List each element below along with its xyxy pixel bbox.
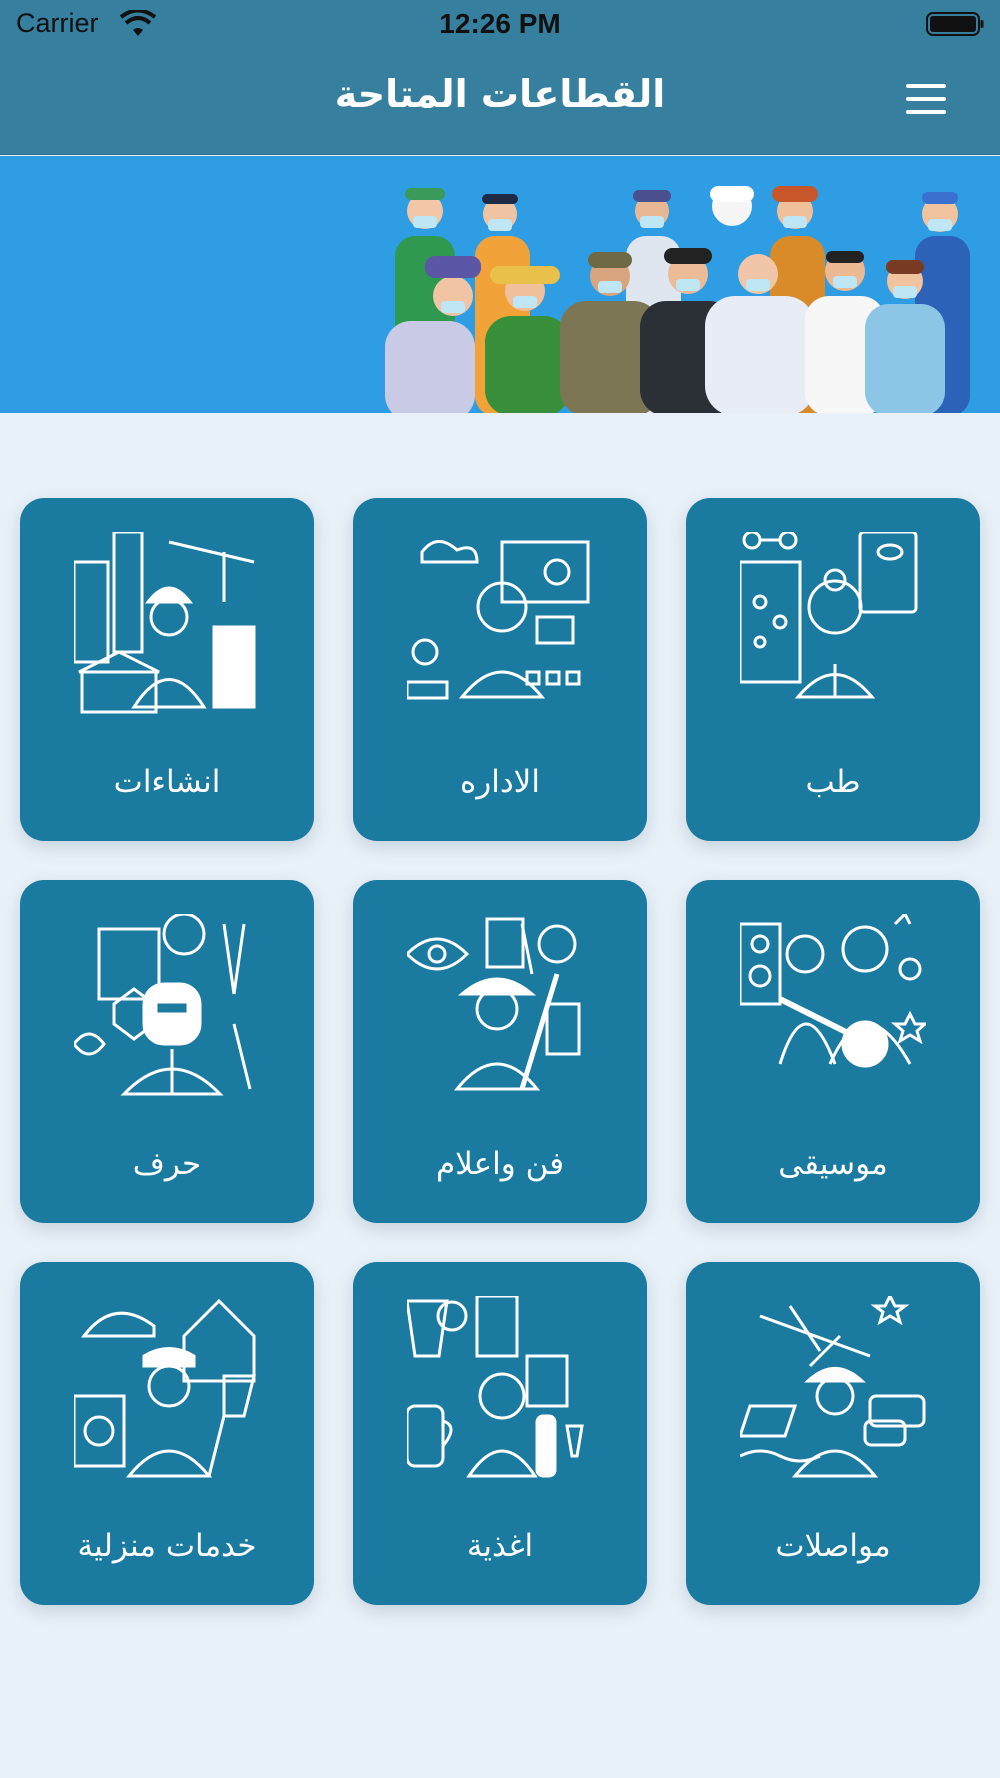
battery-icon — [926, 12, 984, 36]
page-title: القطاعات المتاحة — [334, 72, 666, 116]
sector-label: مواصلات — [775, 1528, 891, 1564]
welder-icon — [74, 914, 252, 1096]
workers-group-illustration — [385, 186, 970, 413]
sector-card-medicine[interactable]: طب — [686, 498, 980, 841]
sector-card-art-media[interactable]: فن واعلام — [353, 880, 647, 1223]
sector-label: خدمات منزلية — [77, 1528, 257, 1564]
sector-card-crafts[interactable]: حرف — [20, 880, 314, 1223]
food-server-icon — [407, 1296, 584, 1478]
sector-card-music[interactable]: موسيقى — [686, 880, 980, 1223]
musician-icon — [740, 914, 926, 1068]
sector-label: الاداره — [460, 764, 540, 800]
doctor-icon — [740, 532, 918, 699]
status-time: 12:26 PM — [439, 8, 561, 39]
sector-label: حرف — [132, 1146, 202, 1182]
administration-icon — [407, 540, 590, 700]
sector-label: اغذية — [466, 1528, 534, 1564]
transport-pilot-icon — [740, 1296, 926, 1478]
housekeeper-icon — [74, 1298, 256, 1478]
banner-image — [0, 156, 1000, 413]
sector-card-food[interactable]: اغذية — [353, 1262, 647, 1605]
construction-worker-icon — [74, 532, 256, 714]
sector-label: فن واعلام — [435, 1146, 565, 1182]
sector-card-administration[interactable]: الاداره — [353, 498, 647, 841]
sector-card-construction[interactable]: انشاءات — [20, 498, 314, 841]
top-bar: Carrier 12:26 PM القطاعات المتاحة — [0, 0, 1000, 155]
sector-label: انشاءات — [113, 764, 221, 800]
artist-icon — [407, 917, 581, 1091]
hamburger-menu-icon[interactable] — [906, 82, 948, 116]
sector-card-home-services[interactable]: خدمات منزلية — [20, 1262, 314, 1605]
sector-label: طب — [805, 764, 861, 800]
sector-label: موسيقى — [778, 1146, 888, 1182]
sector-card-transport[interactable]: مواصلات — [686, 1262, 980, 1605]
